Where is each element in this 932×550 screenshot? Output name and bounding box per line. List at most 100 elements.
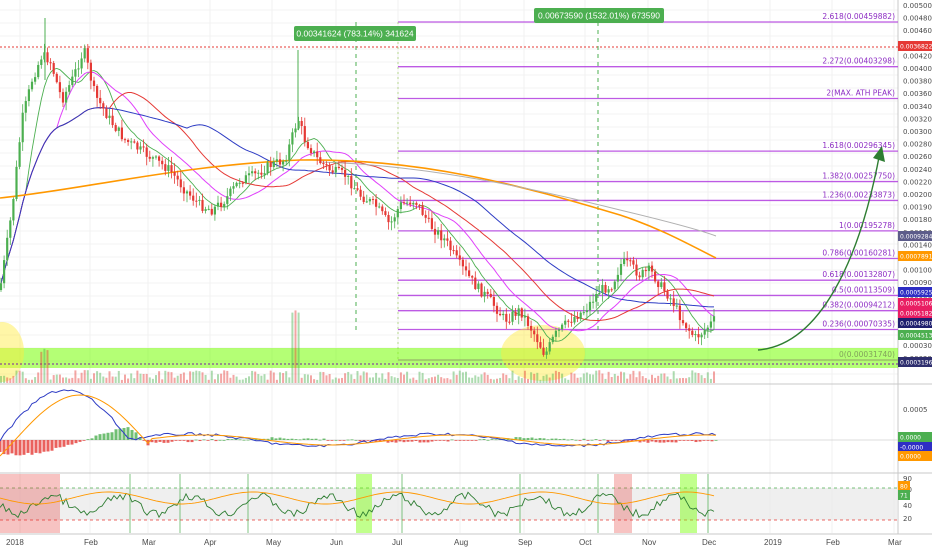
macd-histogram-bar: [434, 440, 438, 441]
volume-bar: [257, 374, 260, 383]
candle-body: [210, 208, 213, 215]
volume-bar: [55, 374, 58, 383]
macd-histogram-bar: [598, 440, 602, 441]
candle-body: [551, 336, 554, 343]
candle-body: [365, 201, 368, 203]
volume-bar: [232, 374, 235, 383]
volume-bar: [148, 377, 151, 383]
volume-bar: [210, 370, 213, 383]
x-tick-label: Dec: [702, 538, 716, 547]
volume-bar: [517, 376, 520, 383]
candle-body: [567, 320, 570, 322]
volume-bar: [108, 371, 111, 383]
macd-histogram-bar: [270, 437, 274, 440]
candle-body: [278, 159, 282, 165]
fib-label: 2.618(0.00459882): [822, 12, 895, 21]
volume-bar: [43, 348, 46, 383]
volume-bar: [449, 379, 452, 383]
candle-body: [458, 255, 461, 260]
volume-bar: [37, 372, 40, 383]
volume-bar: [186, 379, 188, 383]
macd-histogram-bar: [590, 439, 594, 441]
volume-bar: [74, 370, 77, 383]
volume-bar: [489, 378, 492, 383]
candle-body: [654, 271, 657, 282]
volume-bar: [406, 371, 409, 383]
candle-body: [179, 179, 182, 188]
candle-body: [337, 166, 340, 169]
macd-histogram-bar: [42, 440, 46, 452]
rsi-oversold-zone: [356, 474, 372, 533]
volume-bar: [328, 374, 331, 383]
candle-body: [316, 151, 319, 158]
volume-bar: [99, 372, 102, 383]
volume-bar: [176, 375, 179, 383]
candle-body: [65, 91, 68, 103]
candle-body: [170, 165, 173, 172]
price-tag-text: 80: [900, 484, 908, 491]
candle-body: [340, 168, 344, 170]
candle-body: [508, 321, 511, 323]
candle-body: [669, 298, 672, 300]
volume-bar: [291, 312, 294, 383]
macd-histogram-bar: [358, 440, 362, 442]
volume-bar: [499, 377, 502, 383]
macd-histogram-bar: [58, 440, 62, 448]
candle-body: [105, 108, 108, 118]
volume-bar: [58, 374, 61, 383]
candle-body: [266, 162, 269, 174]
macd-histogram-bar: [466, 440, 470, 441]
candle-body: [0, 283, 3, 290]
volume-bar: [272, 372, 275, 383]
volume-bar: [254, 371, 257, 383]
macd-histogram-bar: [614, 440, 618, 441]
volume-bar: [601, 373, 604, 383]
volume-bar: [564, 378, 567, 383]
volume-bar: [514, 379, 517, 383]
volume-bar: [415, 379, 418, 383]
candle-body: [319, 157, 322, 164]
candle-body: [114, 125, 117, 131]
volume-bar: [244, 377, 247, 383]
y-tick-label: 0.00180000: [903, 216, 932, 224]
candle-body: [632, 260, 635, 265]
volume-bar: [585, 372, 588, 383]
volume-bar: [669, 379, 672, 383]
candle-body: [288, 144, 291, 161]
candle-body: [371, 199, 375, 201]
volume-bar: [412, 377, 415, 383]
candle-body: [564, 320, 567, 325]
volume-bar: [654, 377, 657, 383]
macd-histogram-bar: [114, 429, 118, 440]
volume-bar: [220, 373, 223, 383]
macd-histogram-bar: [402, 440, 406, 443]
macd-histogram-bar: [586, 440, 590, 441]
candle-body: [384, 211, 387, 215]
fib-label: 0.236(0.00070335): [822, 320, 895, 329]
candle-body: [592, 301, 595, 303]
candle-body: [195, 200, 198, 202]
y-tick-label: 0.00400000: [903, 65, 932, 73]
volume-bar: [595, 370, 598, 383]
volume-bar: [86, 370, 89, 383]
macd-histogram-bar: [714, 439, 718, 441]
volume-bar: [235, 376, 238, 383]
price-tag-text: 0.00045135: [900, 333, 932, 340]
macd-histogram-bar: [306, 438, 310, 440]
macd-histogram-bar: [366, 440, 370, 441]
rsi-band: [0, 488, 898, 520]
volume-bar: [427, 378, 430, 383]
fib-label: 0.5(0.00113509): [832, 285, 895, 294]
macd-histogram-bar: [698, 440, 702, 442]
candle-body: [130, 141, 133, 143]
volume-bar: [430, 377, 433, 383]
candle-body: [254, 171, 257, 174]
macd-histogram-bar: [654, 440, 658, 443]
candle-body: [573, 317, 576, 323]
candle-body: [40, 59, 43, 65]
price-tag-text: 0.00078914: [900, 254, 932, 261]
macd-histogram-bar: [538, 438, 542, 440]
candle-body: [359, 189, 362, 197]
y-tick-label: 0.00090000: [903, 279, 932, 287]
candle-body: [657, 281, 660, 288]
